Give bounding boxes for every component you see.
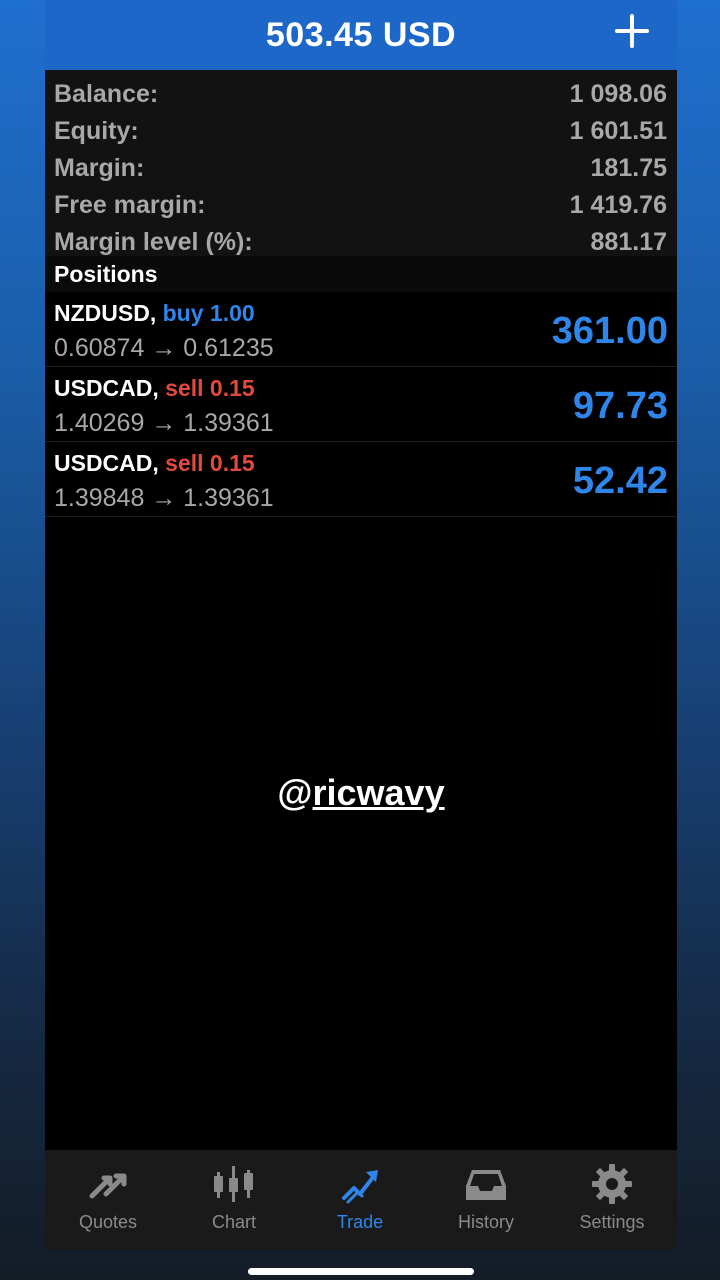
watermark-handle: @ricwavy: [45, 772, 677, 814]
balance-row: Balance: 1 098.06: [54, 76, 667, 113]
position-title: NZDUSD, buy 1.00: [54, 300, 255, 327]
trade-content: Balance: 1 098.06 Equity: 1 601.51 Margi…: [45, 70, 677, 1150]
free-margin-label: Free margin:: [54, 191, 206, 219]
position-symbol: NZDUSD,: [54, 300, 157, 326]
trade-screen: 503.45 USD Balance: 1 098.06 Equity: 1 6…: [45, 0, 677, 1280]
tab-chart[interactable]: Chart: [171, 1150, 297, 1250]
position-row[interactable]: USDCAD, sell 0.15 1.40269 → 1.39361 97.7…: [45, 367, 677, 442]
position-symbol: USDCAD,: [54, 450, 159, 476]
bottom-tab-bar: Quotes Chart Trade History Settings: [45, 1150, 677, 1250]
candlestick-chart-icon: [214, 1166, 253, 1202]
balance-label: Balance:: [54, 80, 159, 108]
tab-label: Trade: [336, 1212, 384, 1232]
home-indicator[interactable]: [248, 1268, 474, 1275]
equity-value: 1 601.51: [569, 117, 667, 145]
equity-label: Equity:: [54, 117, 139, 145]
header-bar: 503.45 USD: [45, 0, 677, 70]
trade-trend-icon: [342, 1170, 378, 1204]
plus-icon[interactable]: [615, 14, 649, 48]
margin-value: 181.75: [590, 154, 667, 182]
position-row[interactable]: NZDUSD, buy 1.00 0.60874 → 0.61235 361.0…: [45, 292, 677, 367]
tab-label: History: [457, 1212, 514, 1232]
equity-row: Equity: 1 601.51: [54, 113, 667, 150]
margin-level-value: 881.17: [590, 228, 667, 256]
position-side: buy 1.00: [162, 300, 255, 326]
free-margin-row: Free margin: 1 419.76: [54, 187, 667, 224]
tab-label: Quotes: [78, 1212, 138, 1232]
tab-history[interactable]: History: [423, 1150, 549, 1250]
free-margin-value: 1 419.76: [569, 191, 667, 219]
account-profit-title: 503.45 USD: [265, 16, 457, 54]
history-inbox-icon: [466, 1170, 506, 1200]
position-title: USDCAD, sell 0.15: [54, 375, 255, 402]
balance-value: 1 098.06: [569, 80, 667, 108]
position-symbol: USDCAD,: [54, 375, 159, 401]
position-profit: 52.42: [572, 460, 668, 502]
position-title: USDCAD, sell 0.15: [54, 450, 255, 477]
positions-header: Positions: [45, 256, 677, 292]
watermark-at: @: [277, 772, 313, 813]
position-prices: 1.39848 → 1.39361: [54, 484, 274, 512]
tab-trade[interactable]: Trade: [297, 1150, 423, 1250]
position-row[interactable]: USDCAD, sell 0.15 1.39848 → 1.39361 52.4…: [45, 442, 677, 517]
tab-label: Chart: [211, 1212, 256, 1232]
watermark-name: ricwavy: [312, 772, 445, 813]
account-summary: Balance: 1 098.06 Equity: 1 601.51 Margi…: [45, 70, 677, 256]
tab-settings[interactable]: Settings: [549, 1150, 675, 1250]
position-profit: 97.73: [572, 385, 668, 427]
position-side: sell 0.15: [165, 450, 255, 476]
position-prices: 1.40269 → 1.39361: [54, 409, 274, 437]
margin-label: Margin:: [54, 154, 145, 182]
margin-row: Margin: 181.75: [54, 150, 667, 187]
position-profit: 361.00: [551, 310, 668, 352]
settings-gear-icon: [592, 1164, 632, 1204]
position-prices: 0.60874 → 0.61235: [54, 334, 274, 362]
tab-label: Settings: [579, 1212, 645, 1232]
quotes-arrows-icon: [89, 1173, 127, 1199]
tab-quotes[interactable]: Quotes: [45, 1150, 171, 1250]
position-side: sell 0.15: [165, 375, 255, 401]
